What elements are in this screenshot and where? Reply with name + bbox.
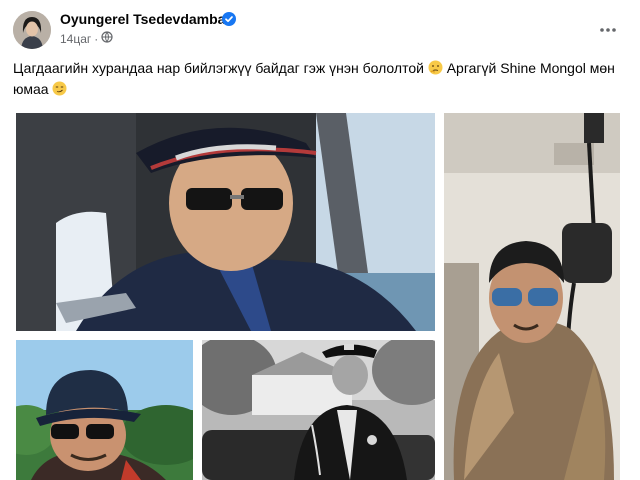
more-options-button[interactable] bbox=[596, 16, 620, 40]
post-header: Oyungerel Tsedevdamba 14цаг · bbox=[0, 0, 640, 52]
author-name[interactable]: Oyungerel Tsedevdamba bbox=[60, 11, 225, 27]
post-text-line2: юмаа bbox=[13, 81, 49, 97]
post-photo-fur-coat[interactable] bbox=[444, 113, 620, 480]
post-photo-officer-car[interactable] bbox=[16, 113, 435, 331]
meta-separator: · bbox=[94, 31, 99, 46]
post-text-line1b: Аргагүй Shine Mongol мөн bbox=[446, 60, 615, 76]
smirking-face-emoji bbox=[52, 81, 67, 96]
post-photo-officer-bw[interactable] bbox=[202, 340, 435, 480]
avatar[interactable] bbox=[13, 11, 51, 49]
post-photo-cap[interactable] bbox=[16, 340, 193, 480]
post-time[interactable]: 14цаг bbox=[60, 32, 91, 46]
more-options-icon bbox=[600, 19, 616, 37]
verified-badge-icon bbox=[222, 12, 236, 26]
globe-icon[interactable] bbox=[101, 31, 113, 46]
post-text-line1: Цагдаагийн хурандаа нар бийлэгжүү байдаг… bbox=[13, 60, 424, 76]
post-text: Цагдаагийн хурандаа нар бийлэгжүү байдаг… bbox=[13, 58, 625, 100]
thinking-face-emoji bbox=[428, 60, 443, 75]
post-meta: 14цаг · bbox=[60, 31, 113, 46]
